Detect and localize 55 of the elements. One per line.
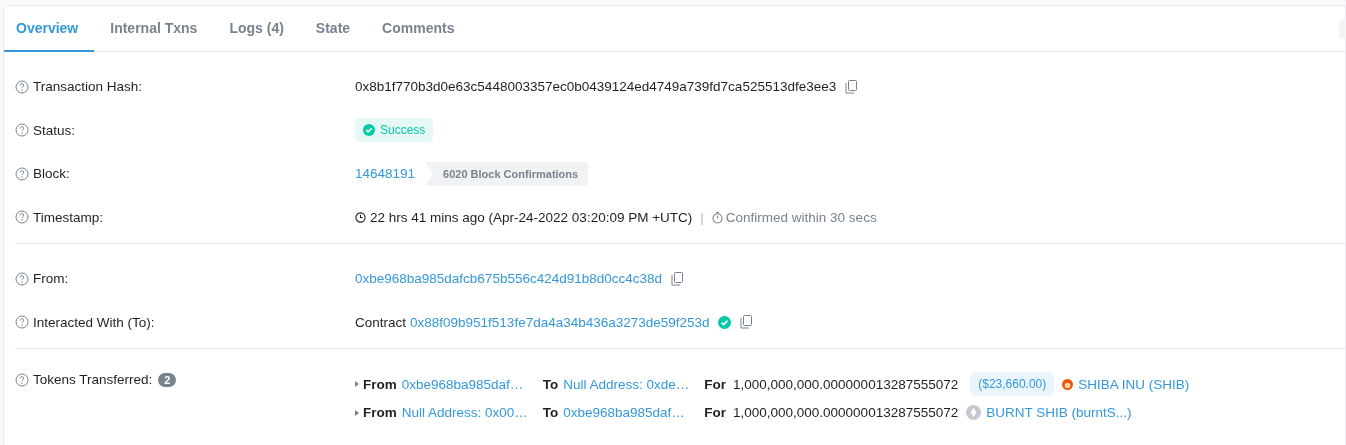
from-label: From [363, 376, 397, 392]
address-link[interactable]: 0xbe968ba985dafcb675b556c424d91b8d0cc4c38d [355, 271, 663, 287]
copy-icon[interactable] [671, 271, 684, 286]
transaction-hash: 0x8b1f770b3d0e63c5448003357ec0b0439124ed4749a739fd7ca525513dfe3ee3 [355, 79, 837, 95]
help-icon [15, 372, 29, 387]
copy-icon[interactable] [739, 315, 752, 330]
count-badge: 2 [158, 372, 177, 387]
address-link[interactable]: 0xbe968ba985daf… [563, 405, 695, 420]
token-link[interactable]: SHIBA INU (SHIB) [1078, 376, 1190, 392]
tab[interactable]: Overview [4, 6, 95, 52]
for-label: For [704, 405, 726, 420]
caret-icon [355, 409, 359, 416]
field-label: Status: [33, 122, 76, 138]
usd-value-badge: ($23,660.00) [970, 372, 1055, 396]
confirmations-badge: 6020 Block Confirmations [425, 161, 589, 186]
field-label: Interacted With (To): [33, 314, 155, 330]
block-link[interactable]: 14648191 [355, 166, 416, 182]
help-icon [15, 271, 29, 286]
help-icon [15, 123, 29, 138]
help-icon [15, 210, 29, 225]
tab[interactable]: Internal Txns [94, 6, 214, 52]
clock-icon [355, 211, 366, 223]
check-icon [363, 124, 375, 137]
tab[interactable]: State [299, 6, 367, 52]
field-label: Block: [33, 166, 70, 182]
help-icon [15, 315, 29, 330]
stopwatch-icon [711, 210, 723, 224]
token-amount: 1,000,000,000.000000013287555072 [733, 405, 959, 420]
field-label: Tokens Transferred: [33, 372, 153, 387]
token-placeholder-icon [966, 405, 982, 420]
contract-label: Contract [355, 314, 407, 330]
address-link[interactable]: Null Address: 0xde… [563, 376, 695, 392]
field-label: Transaction Hash: [33, 79, 143, 95]
address-link[interactable]: 0xbe968ba985daf… [401, 376, 533, 392]
help-icon [15, 166, 29, 181]
field-label: Timestamp: [33, 209, 103, 225]
field-label: From: [33, 271, 69, 287]
tab[interactable]: Comments [366, 6, 471, 52]
help-icon [15, 79, 29, 94]
to-label: To [542, 376, 559, 392]
timestamp-text: 22 hrs 41 mins ago (Apr-24-2022 03:20:09 PM +UTC) [370, 209, 693, 225]
separator: | [700, 209, 704, 225]
contract-link[interactable]: 0x88f09b951f513fe7da4a34b436a3273de59f253d [410, 314, 710, 330]
address-link[interactable]: Null Address: 0x00… [401, 405, 533, 420]
token-amount: 1,000,000,000.000000013287555072 [733, 376, 959, 392]
confirmed-text: Confirmed within 30 secs [725, 209, 877, 225]
tab[interactable]: Logs (4) [213, 6, 300, 52]
from-label: From [363, 405, 397, 420]
for-label: For [704, 376, 726, 392]
copy-icon[interactable] [845, 79, 858, 94]
to-label: To [542, 405, 559, 420]
token-logo-icon [1062, 378, 1074, 390]
token-link[interactable]: BURNT SHIB (burntS...) [986, 405, 1132, 420]
caret-icon [355, 381, 359, 387]
status-badge: Success [355, 118, 434, 143]
